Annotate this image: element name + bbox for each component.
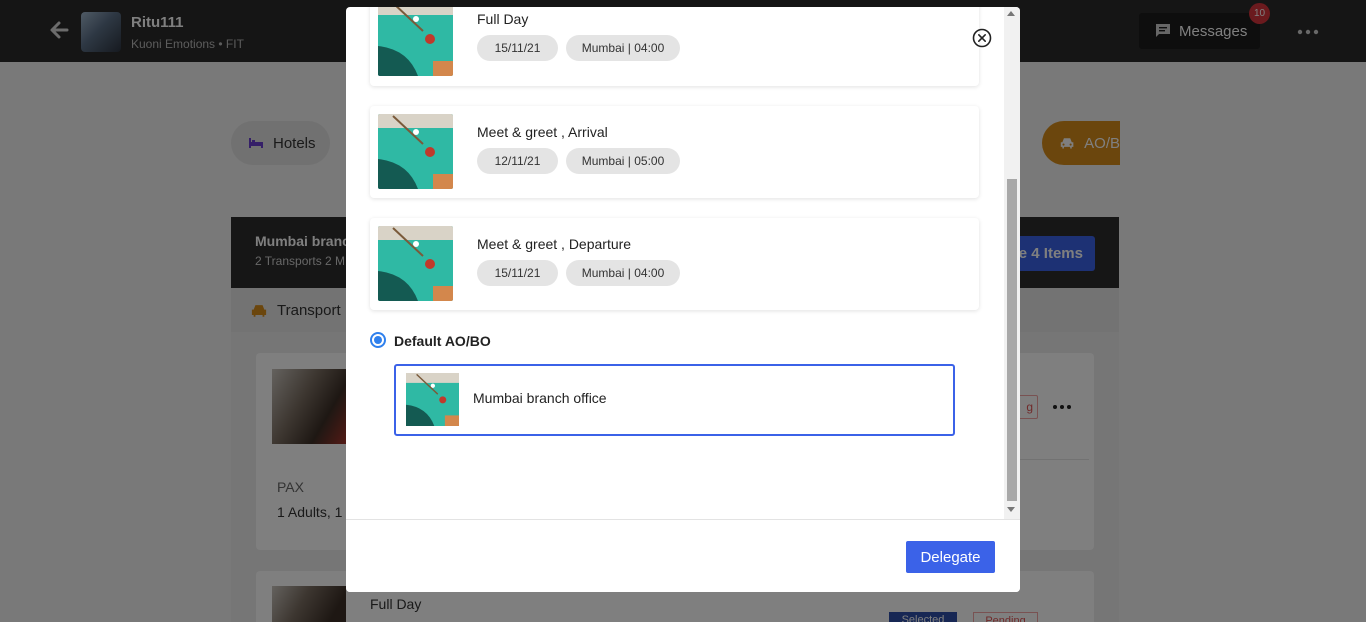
scroll-thumb[interactable] bbox=[1007, 179, 1017, 501]
service-location-time: Mumbai | 05:00 bbox=[566, 148, 680, 174]
radio-checked-dot bbox=[374, 336, 382, 344]
service-card: Full Day 15/11/21 Mumbai | 04:00 bbox=[370, 7, 979, 86]
service-thumbnail bbox=[378, 7, 453, 76]
modal-scrollbar[interactable] bbox=[1004, 7, 1020, 519]
office-thumbnail bbox=[406, 373, 459, 426]
default-aobo-label[interactable]: Default AO/BO bbox=[394, 333, 491, 349]
scroll-up-icon[interactable] bbox=[1007, 11, 1015, 16]
office-name: Mumbai branch office bbox=[473, 390, 607, 406]
service-date: 15/11/21 bbox=[477, 35, 558, 61]
service-title: Full Day bbox=[477, 11, 529, 27]
scroll-down-icon[interactable] bbox=[1007, 507, 1015, 512]
default-aobo-radio[interactable] bbox=[370, 332, 386, 348]
service-title: Meet & greet , Departure bbox=[477, 236, 632, 252]
service-date: 12/11/21 bbox=[477, 148, 558, 174]
service-card: Meet & greet , Arrival 12/11/21 Mumbai |… bbox=[370, 106, 979, 198]
service-thumbnail bbox=[378, 226, 453, 301]
service-date: 15/11/21 bbox=[477, 260, 558, 286]
branch-office-option[interactable]: Mumbai branch office bbox=[394, 364, 955, 436]
modal-body: Full Day 15/11/21 Mumbai | 04:00 Meet & … bbox=[346, 7, 1020, 519]
delegate-button[interactable]: Delegate bbox=[906, 541, 995, 573]
service-location-time: Mumbai | 04:00 bbox=[566, 260, 680, 286]
service-card: Meet & greet , Departure 15/11/21 Mumbai… bbox=[370, 218, 979, 310]
service-location-time: Mumbai | 04:00 bbox=[566, 35, 680, 61]
close-icon[interactable] bbox=[971, 27, 993, 49]
delegate-modal: Full Day 15/11/21 Mumbai | 04:00 Meet & … bbox=[346, 7, 1020, 592]
modal-footer: Delegate bbox=[346, 519, 1020, 592]
service-thumbnail bbox=[378, 114, 453, 189]
service-title: Meet & greet , Arrival bbox=[477, 124, 608, 140]
